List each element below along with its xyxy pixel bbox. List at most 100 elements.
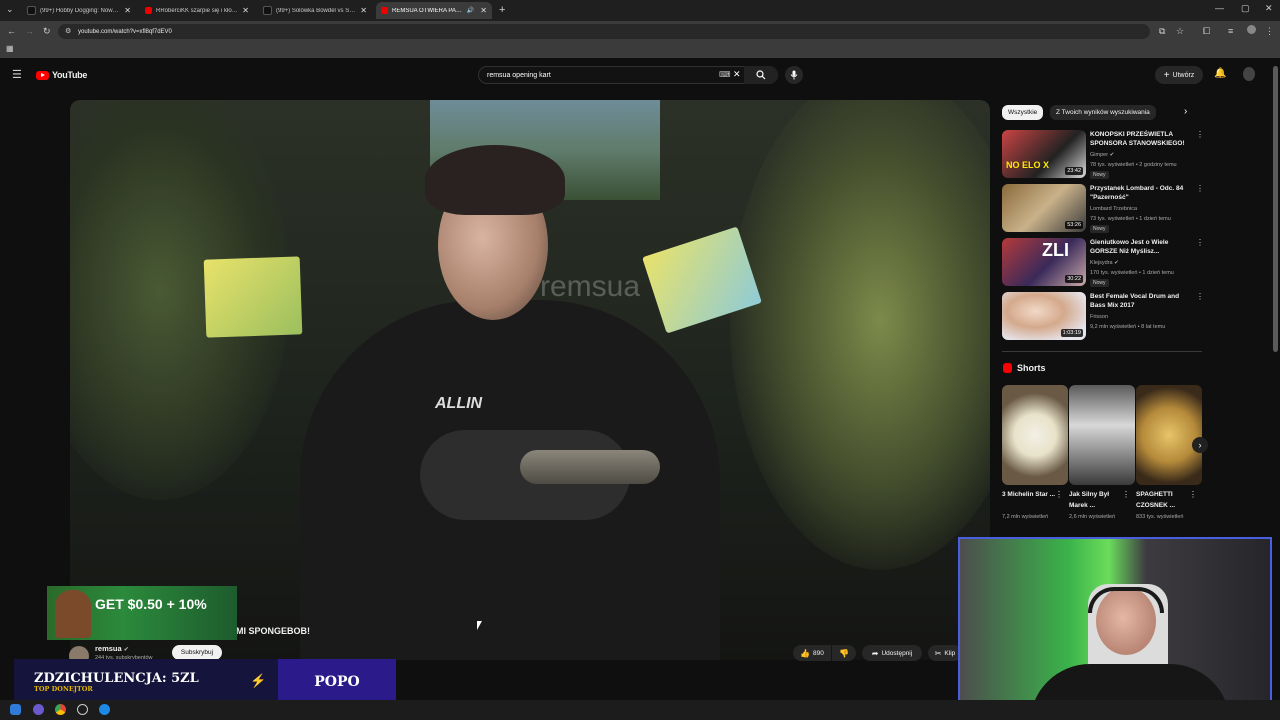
back-icon[interactable]: ←	[7, 26, 16, 36]
thumbnail-caption: NO ELO X	[1006, 160, 1050, 170]
webcam-overlay	[958, 537, 1272, 714]
browser-menu-icon[interactable]: ⋮	[1265, 26, 1274, 37]
tab-3[interactable]: (99+) Solówka Bowdel vs Szachi... ✕	[258, 2, 372, 19]
shorts-logo-icon	[1003, 363, 1012, 373]
close-icon[interactable]: ✕	[480, 6, 487, 15]
bookmark-star-icon[interactable]: ☆	[1176, 26, 1184, 37]
short-title[interactable]: 3 Michelin Star ...	[1002, 489, 1057, 500]
search-input[interactable]: remsua opening kart ⌨ ✕	[478, 66, 778, 84]
short-title[interactable]: Jak Silny Był Marek ...	[1069, 489, 1124, 511]
create-button[interactable]: + Utwórz	[1155, 66, 1203, 84]
verified-icon: ✔	[123, 647, 129, 653]
more-options-icon[interactable]: ⋮	[1196, 238, 1204, 247]
recommendation-item[interactable]: 1:03:19 Best Female Vocal Drum and Bass …	[1002, 292, 1204, 340]
thumbs-up-icon: 👍	[800, 648, 811, 658]
mouse-cursor-icon	[477, 621, 482, 630]
account-avatar[interactable]	[1243, 67, 1255, 81]
chip-from-search[interactable]: Z Twoich wyników wyszukiwania	[1050, 105, 1156, 120]
more-options-icon[interactable]: ⋮	[1196, 184, 1204, 193]
recommendation-item[interactable]: NO ELO X 23:42 KONOPSKI PRZEŚWIETLA SPON…	[1002, 130, 1204, 179]
thumbnail-caption: ZLI	[1042, 240, 1069, 260]
chip-all[interactable]: Wszystkie	[1002, 105, 1044, 120]
clip-button[interactable]: ✂ Klip	[928, 645, 962, 661]
more-options-icon[interactable]: ⋮	[1189, 490, 1197, 499]
bookmarks-bar: ▦	[0, 42, 1280, 58]
tab-1[interactable]: (99+) Hobby Dogging: Nowy Tr... ✕	[22, 2, 136, 19]
maximize-icon[interactable]: ▢	[1241, 3, 1250, 14]
tab-2[interactable]: RRoberciKK szarpie się i kłóci z... ✕	[140, 2, 254, 19]
forward-icon[interactable]: →	[25, 26, 34, 36]
more-options-icon[interactable]: ⋮	[1196, 130, 1204, 139]
short-title[interactable]: SPAGHETTI CZOSNEK ...	[1136, 489, 1191, 511]
speaker-icon[interactable]: 🔊	[467, 7, 474, 14]
tab-4-active[interactable]: REMSUA OTWIERA PACZKI 🔊 ✕	[376, 2, 492, 19]
tiktok-icon	[263, 6, 272, 15]
close-icon[interactable]: ✕	[242, 6, 249, 15]
shorts-heading: Shorts	[1017, 363, 1046, 373]
dislike-button[interactable]: 👎	[832, 645, 856, 661]
ad-text: GET $0.50 + 10%	[95, 596, 207, 612]
recommendation-item[interactable]: 53:26 Przystanek Lombard - Odc. 84 "Paze…	[1002, 184, 1204, 233]
short-thumbnail[interactable]	[1136, 385, 1202, 485]
hamburger-menu-icon[interactable]: ☰	[12, 68, 22, 81]
youtube-play-icon	[36, 70, 49, 80]
short-thumbnail[interactable]	[1069, 385, 1135, 485]
person-hair	[425, 145, 565, 215]
plus-icon: +	[1163, 69, 1170, 81]
obs-icon[interactable]	[77, 704, 88, 715]
shorts-next-button[interactable]: ›	[1192, 437, 1208, 453]
youtube-icon	[381, 7, 388, 14]
extensions-icon[interactable]: ⧠	[1203, 26, 1210, 37]
channel-name: Klejsydra ✔	[1090, 260, 1119, 266]
more-options-icon[interactable]: ⋮	[1055, 490, 1063, 499]
microphone-icon	[790, 70, 798, 80]
cast-icon[interactable]: ⧉	[1159, 26, 1165, 37]
media-icon[interactable]: ≡	[1228, 26, 1233, 36]
search-icon	[756, 70, 766, 80]
scrollbar-thumb[interactable]	[1273, 66, 1278, 352]
url-field[interactable]: ⚙ youtube.com/watch?v=xfl8qf7dEV0 ⧉ ☆	[58, 24, 1184, 39]
recommendation-item[interactable]: ZLI 30:22 Gieniutkowo Jest o Wiele GORSZ…	[1002, 238, 1204, 287]
new-tab-button[interactable]: +	[499, 4, 505, 16]
tiktok-icon	[27, 6, 36, 15]
ad-character	[55, 590, 91, 638]
channel-name[interactable]: remsua ✔	[95, 644, 129, 653]
video-player[interactable]: ALLIN remsua	[70, 100, 990, 660]
donor-text: ZDZICHULENCJA: 5ZL	[34, 671, 199, 686]
clear-search-icon[interactable]: ✕	[733, 69, 741, 80]
more-options-icon[interactable]: ⋮	[1122, 490, 1130, 499]
channel-name: Gimper ✔	[1090, 152, 1115, 158]
like-button[interactable]: 👍 890	[793, 645, 831, 661]
reload-icon[interactable]: ↻	[43, 26, 51, 37]
short-views: 2,6 mln wyświetleń	[1069, 514, 1116, 520]
close-icon[interactable]: ✕	[124, 6, 131, 15]
tab-search-icon[interactable]: ⌄	[6, 4, 14, 15]
share-button[interactable]: ➦ Udostępnij	[862, 645, 922, 661]
plant-right	[730, 100, 990, 570]
profile-avatar[interactable]	[1247, 25, 1256, 34]
minimize-icon[interactable]: —	[1215, 3, 1224, 13]
search-button[interactable]	[744, 66, 778, 84]
voice-search-button[interactable]	[785, 66, 803, 84]
more-options-icon[interactable]: ⋮	[1196, 292, 1204, 301]
chevron-right-icon[interactable]: ›	[1184, 106, 1187, 117]
close-icon[interactable]: ✕	[360, 6, 367, 15]
site-info-icon[interactable]: ⚙	[65, 27, 71, 35]
youtube-logo[interactable]: YouTube	[36, 70, 87, 80]
keyboard-icon[interactable]: ⌨	[719, 70, 731, 79]
telegram-icon[interactable]	[99, 704, 110, 715]
chrome-icon[interactable]	[55, 704, 66, 715]
subscribe-button[interactable]: Subskrybuj	[172, 645, 222, 660]
share-arrow-icon: ➦	[871, 648, 879, 658]
address-bar-row: ← → ↻ ⚙ youtube.com/watch?v=xfl8qf7dEV0 …	[0, 21, 1280, 42]
browser-tab-bar: ⌄ (99+) Hobby Dogging: Nowy Tr... ✕ RRob…	[0, 0, 1280, 21]
bell-icon[interactable]: 🔔	[1214, 68, 1226, 79]
close-window-icon[interactable]: ✕	[1265, 3, 1273, 14]
short-thumbnail[interactable]	[1002, 385, 1068, 485]
donor-subtitle: TOP DONEJTOR	[34, 685, 93, 693]
windows-start-icon[interactable]	[10, 704, 21, 715]
video-thumbnail: 53:26	[1002, 184, 1086, 232]
popo-label: POPO	[278, 659, 396, 705]
discord-icon[interactable]	[33, 704, 44, 715]
apps-grid-icon[interactable]: ▦	[6, 44, 14, 53]
